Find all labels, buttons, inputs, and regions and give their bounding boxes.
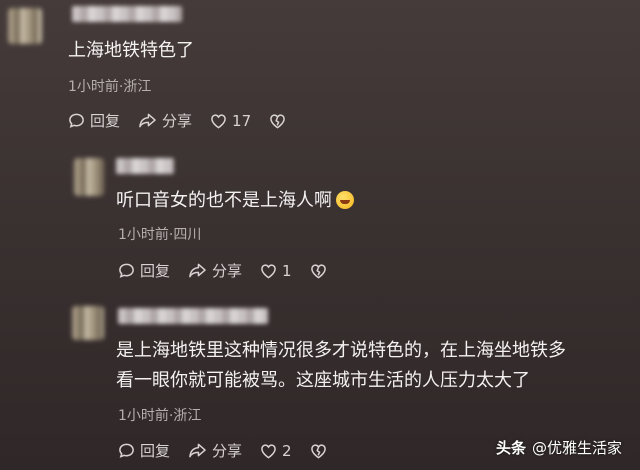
username-blurred[interactable] — [118, 308, 268, 324]
like-button[interactable]: 1 — [260, 262, 292, 280]
like-count: 1 — [282, 261, 292, 280]
share-icon — [188, 262, 207, 279]
like-button[interactable]: 17 — [210, 112, 251, 130]
comment-text-line-2: 看一眼你就可能被骂。这座城市生活的人压力太大了 — [116, 370, 530, 391]
share-icon — [138, 112, 157, 129]
watermark-brand: 头条 — [495, 439, 526, 457]
share-button[interactable]: 分享 — [188, 260, 242, 281]
like-count: 17 — [232, 111, 252, 130]
share-button[interactable]: 分享 — [188, 440, 242, 461]
avatar[interactable] — [72, 306, 104, 340]
reply-button[interactable]: 回复 — [68, 110, 120, 131]
like-count: 2 — [282, 441, 292, 460]
dislike-icon — [310, 263, 327, 279]
comment-text: 听口音女的也不是上海人啊 — [116, 186, 354, 216]
comment-meta: 1小时前·浙江 — [118, 408, 202, 424]
dislike-button[interactable] — [310, 443, 327, 459]
comment-meta: 1小时前·浙江 — [68, 79, 152, 95]
reply-label: 回复 — [140, 262, 171, 280]
dislike-button[interactable] — [310, 263, 327, 279]
dislike-icon — [310, 443, 327, 459]
share-button[interactable]: 分享 — [138, 110, 192, 131]
watermark: 头条 @优雅生活家 — [496, 437, 622, 458]
comment-2: 听口音女的也不是上海人啊 1小时前·四川 回复 分享 1 — [0, 150, 640, 290]
share-label: 分享 — [212, 262, 243, 280]
share-label: 分享 — [162, 112, 193, 130]
username-blurred[interactable] — [72, 6, 182, 22]
reply-button[interactable]: 回复 — [118, 440, 170, 461]
dislike-icon — [269, 113, 286, 129]
like-icon — [260, 443, 277, 459]
reply-button[interactable]: 回复 — [118, 260, 170, 281]
comment-actions: 回复 分享 1 — [118, 260, 327, 281]
reply-label: 回复 — [90, 112, 121, 130]
avatar[interactable] — [74, 158, 104, 196]
reply-label: 回复 — [140, 442, 171, 460]
reply-icon — [118, 442, 135, 459]
comment-meta: 1小时前·四川 — [118, 227, 202, 243]
like-button[interactable]: 2 — [260, 442, 292, 460]
comment-text-content: 听口音女的也不是上海人啊 — [116, 190, 332, 211]
reply-icon — [118, 262, 135, 279]
like-icon — [210, 113, 227, 129]
avatar[interactable] — [8, 8, 42, 44]
laughing-emoji-icon — [336, 191, 354, 209]
dislike-button[interactable] — [269, 113, 286, 129]
comment-text: 上海地铁特色了 — [68, 40, 194, 61]
comment-1: 上海地铁特色了 1小时前·浙江 回复 分享 17 — [0, 0, 640, 140]
comment-actions: 回复 分享 17 — [68, 110, 286, 131]
like-icon — [260, 263, 277, 279]
watermark-author: @优雅生活家 — [531, 439, 622, 457]
comment-actions: 回复 分享 2 — [118, 440, 327, 461]
share-icon — [188, 442, 207, 459]
share-label: 分享 — [212, 442, 243, 460]
reply-icon — [68, 112, 85, 129]
username-blurred[interactable] — [116, 158, 174, 174]
comment-text-line-1: 是上海地铁里这种情况很多才说特色的，在上海坐地铁多 — [116, 340, 566, 361]
